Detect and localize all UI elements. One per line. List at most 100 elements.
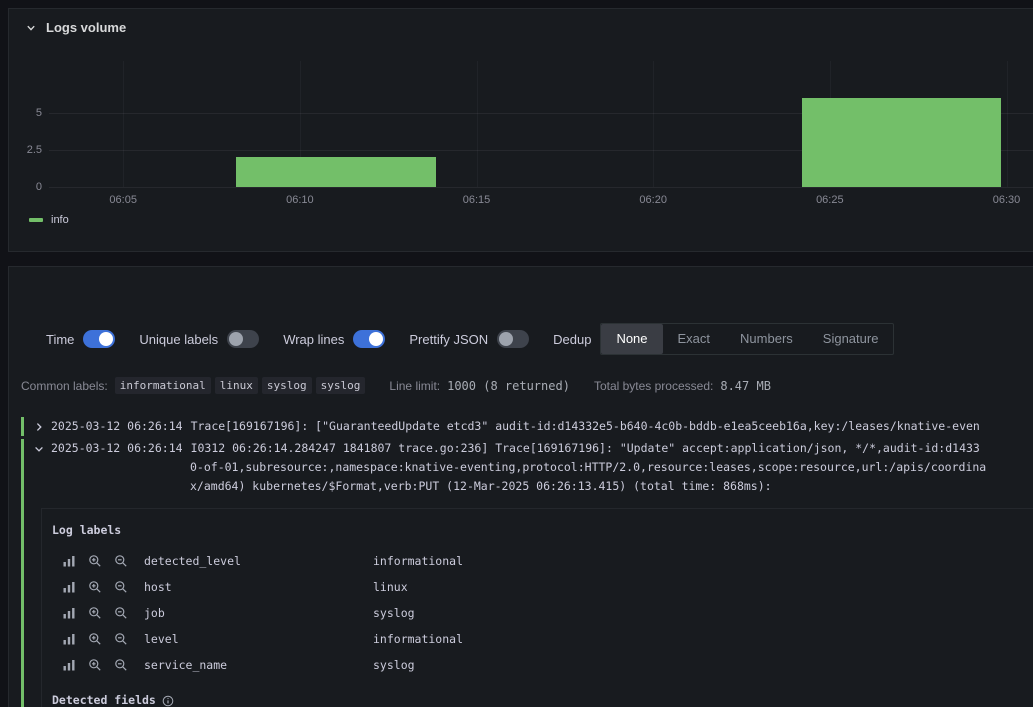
log-label-row: job syslog [52, 600, 1033, 626]
chevron-down-icon[interactable] [34, 444, 44, 454]
gridline [49, 187, 1033, 188]
y-tick-label: 5 [35, 106, 42, 119]
chevron-right-icon[interactable] [34, 422, 44, 432]
detected-fields-title-text: Detected fields [52, 693, 156, 707]
log-label-value: informational [373, 631, 464, 646]
x-tick-label: 06:25 [816, 194, 844, 206]
search-minus-icon[interactable] [114, 632, 128, 646]
log-label-row: host linux [52, 574, 1033, 600]
dedup-option-signature[interactable]: Signature [808, 324, 894, 354]
log-message: I0312 06:26:14.284247 1841807 trace.go:2… [190, 441, 980, 455]
log-level-indicator-info [21, 439, 24, 707]
log-label-value: syslog [373, 605, 415, 620]
log-label-name: job [144, 605, 165, 620]
log-label-name: host [144, 579, 172, 594]
log-label-actions [62, 632, 134, 646]
toggle-switch-wrap-lines[interactable] [353, 330, 386, 348]
legend-item-info[interactable]: info [29, 214, 69, 226]
search-plus-icon[interactable] [88, 606, 102, 620]
common-label-badge: linux [214, 377, 258, 394]
log-row[interactable]: 2025-03-12 06:26:14 Trace[169167196]: ["… [9, 415, 1033, 437]
common-labels-label: Common labels: [21, 378, 108, 393]
dedup-option-none[interactable]: None [601, 324, 663, 354]
log-label-value: linux [373, 579, 408, 594]
log-label-value: informational [373, 553, 464, 568]
log-row-expanded[interactable]: 2025-03-12 06:26:14 I0312 06:26:14.28424… [9, 437, 1033, 707]
x-tick-label: 06:30 [992, 194, 1021, 206]
log-label-value: syslog [373, 657, 415, 672]
stats-icon[interactable] [62, 606, 76, 620]
toggle-prettify-json: Prettify JSON [409, 330, 530, 348]
line-limit-value: 1000 (8 returned) [447, 378, 570, 393]
search-minus-icon[interactable] [114, 606, 128, 620]
toggle-time: Time [46, 330, 116, 348]
volume-bar-info [801, 98, 1002, 187]
search-minus-icon[interactable] [114, 554, 128, 568]
log-details: Log labels detected_level informational … [41, 508, 1033, 707]
stats-icon[interactable] [62, 632, 76, 646]
volume-bar-info [236, 157, 436, 187]
toggle-label: Unique labels [139, 331, 219, 347]
logs-volume-panel: Logs volume 0 2.5 5 06:05 06:10 06:15 06:20 06:… [8, 8, 1033, 252]
toggle-unique-labels: Unique labels [139, 330, 260, 348]
dedup-label: Dedup [553, 331, 592, 347]
log-message-continued: x/amd64) kubernetes/$Format,verb:PUT (12… [190, 479, 772, 493]
gridline [653, 61, 655, 187]
toggle-wrap-lines: Wrap lines [283, 330, 386, 348]
log-options-row: Time Unique labels Wrap lines Prettify J… [46, 322, 1033, 356]
detected-fields-title: Detected fields [52, 691, 1033, 707]
common-label-badge: informational [114, 377, 211, 394]
total-bytes-value: 8.47 MB [720, 378, 771, 393]
gridline [123, 61, 125, 187]
log-label-actions [62, 554, 134, 568]
search-plus-icon[interactable] [88, 658, 102, 672]
stats-icon[interactable] [62, 658, 76, 672]
log-rows: 2025-03-12 06:26:14 Trace[169167196]: ["… [9, 415, 1033, 707]
search-plus-icon[interactable] [88, 632, 102, 646]
y-tick-label: 0 [35, 181, 42, 193]
common-label-badge: syslog [261, 377, 312, 394]
log-timestamp: 2025-03-12 06:26:14 [51, 441, 183, 455]
x-tick-label: 06:05 [109, 194, 137, 206]
log-message-continued: 0-of-01,subresource:,namespace:knative-e… [190, 460, 987, 474]
log-timestamp: 2025-03-12 06:26:14 [51, 419, 183, 433]
logs-volume-header[interactable]: Logs volume [9, 9, 1033, 35]
search-minus-icon[interactable] [114, 658, 128, 672]
search-plus-icon[interactable] [88, 554, 102, 568]
stats-icon[interactable] [62, 580, 76, 594]
dedup-option-numbers[interactable]: Numbers [725, 324, 808, 354]
gridline [1006, 61, 1008, 187]
toggle-label: Time [46, 331, 75, 347]
logs-panel: Time Unique labels Wrap lines Prettify J… [8, 266, 1033, 707]
common-label-badge: syslog [315, 377, 366, 394]
x-tick-label: 06:10 [286, 194, 314, 206]
search-plus-icon[interactable] [88, 580, 102, 594]
search-minus-icon[interactable] [114, 580, 128, 594]
toggle-switch-prettify-json[interactable] [497, 330, 530, 348]
y-tick-label: 2.5 [26, 143, 42, 156]
x-tick-label: 06:15 [462, 194, 491, 206]
x-tick-label: 06:20 [639, 194, 667, 206]
toggle-switch-unique-labels[interactable] [227, 330, 260, 348]
log-label-row: detected_level informational [52, 548, 1033, 574]
logs-volume-plot[interactable]: 0 2.5 5 06:05 06:10 06:15 06:20 06:25 06:30 [27, 61, 1033, 206]
panel-title: Logs volume [46, 20, 127, 35]
toggle-label: Prettify JSON [409, 331, 489, 347]
log-label-name: service_name [144, 657, 228, 672]
log-label-name: detected_level [144, 553, 241, 568]
log-label-row: level informational [52, 626, 1033, 652]
toggle-label: Wrap lines [283, 331, 345, 347]
log-label-actions [62, 580, 134, 594]
log-labels-title-text: Log labels [52, 523, 122, 537]
common-labels-badges: informational linux syslog syslog [114, 377, 366, 394]
line-limit-label: Line limit: [389, 378, 441, 393]
legend-swatch-info [29, 218, 43, 222]
log-label-name: level [144, 631, 179, 646]
toggle-switch-time[interactable] [83, 330, 116, 348]
log-label-actions [62, 658, 134, 672]
dedup-option-exact[interactable]: Exact [663, 324, 726, 354]
stats-icon[interactable] [62, 554, 76, 568]
legend-label: info [51, 214, 69, 226]
chevron-down-icon [27, 25, 35, 31]
log-label-row: service_name syslog [52, 652, 1033, 678]
